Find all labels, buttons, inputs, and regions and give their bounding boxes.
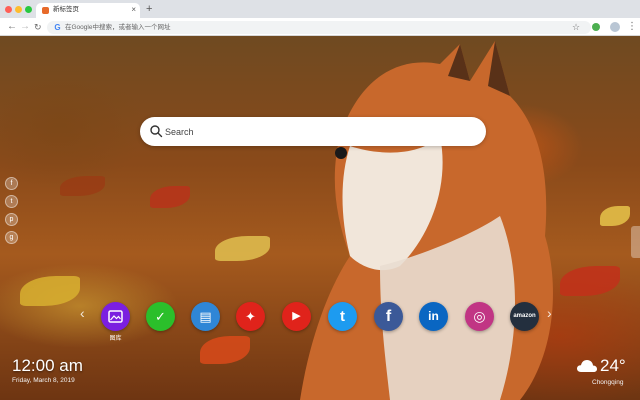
- google-plus-share-icon[interactable]: g: [5, 231, 18, 244]
- app-youtube[interactable]: ▶: [282, 302, 311, 331]
- browser-menu-icon[interactable]: ⋮: [627, 19, 637, 35]
- tab-title: 新标签页: [53, 6, 79, 13]
- cloud-weather-icon[interactable]: [576, 358, 598, 374]
- app-instagram[interactable]: ◎: [465, 302, 494, 331]
- profile-avatar[interactable]: [610, 22, 620, 32]
- bookmark-star-icon[interactable]: ☆: [572, 19, 580, 35]
- clock-time: 12:00 am: [12, 356, 83, 375]
- twitter-bird-icon: t: [340, 308, 345, 325]
- new-tab-page: f t p g ‹ › 图库 ✓ ▤ ✦ ▶ t f in ◎ amazon 1…: [0, 36, 640, 400]
- window-maximize-button[interactable]: [25, 6, 32, 13]
- active-tab[interactable]: 新标签页 ×: [36, 3, 140, 18]
- google-icon: G: [54, 23, 61, 32]
- fox-illustration: [300, 41, 553, 400]
- clock-date: Friday, March 8, 2019: [12, 377, 75, 384]
- search-input[interactable]: [165, 123, 465, 140]
- tab-favicon-icon: [42, 7, 49, 14]
- extension-icon[interactable]: [592, 23, 600, 31]
- address-bar-placeholder: 在Google中搜索，或者输入一个网址: [65, 24, 171, 31]
- checkmark-icon: ✓: [155, 309, 166, 324]
- address-bar[interactable]: G 在Google中搜索，或者输入一个网址: [47, 21, 591, 34]
- app-twitter[interactable]: t: [328, 302, 357, 331]
- linkedin-icon: in: [428, 309, 439, 323]
- app-notes[interactable]: ▤: [191, 302, 220, 331]
- app-amazon[interactable]: amazon: [510, 302, 539, 331]
- dock-next-chevron-icon[interactable]: ›: [547, 303, 552, 323]
- search-icon[interactable]: [149, 124, 163, 138]
- app-checklist[interactable]: ✓: [146, 302, 175, 331]
- tab-bar: 新标签页 × +: [0, 0, 640, 18]
- app-facebook[interactable]: f: [374, 302, 403, 331]
- new-tab-button[interactable]: +: [146, 2, 152, 16]
- notepad-icon: ▤: [199, 309, 212, 324]
- weather-city: Chongqing: [592, 379, 624, 386]
- app-linkedin[interactable]: in: [419, 302, 448, 331]
- app-games[interactable]: ✦: [236, 302, 265, 331]
- image-gallery-icon: [108, 310, 123, 323]
- youtube-icon: ▶: [292, 310, 301, 322]
- facebook-share-icon[interactable]: f: [5, 177, 18, 190]
- gamepad-icon: ✦: [245, 309, 256, 324]
- back-arrow-icon[interactable]: ←: [7, 19, 17, 35]
- search-bar[interactable]: [140, 117, 486, 146]
- facebook-icon: f: [385, 308, 392, 325]
- app-label-gallery: 图库: [109, 336, 122, 342]
- instagram-icon: ◎: [473, 308, 486, 324]
- app-wallpaper-gallery[interactable]: [101, 302, 130, 331]
- amazon-icon: amazon: [513, 313, 536, 319]
- tab-close-icon[interactable]: ×: [131, 4, 136, 16]
- dock-prev-chevron-icon[interactable]: ‹: [80, 303, 85, 323]
- weather-temperature[interactable]: 24°: [600, 356, 626, 376]
- twitter-share-icon[interactable]: t: [5, 195, 18, 208]
- window-minimize-button[interactable]: [15, 6, 22, 13]
- forward-arrow-icon[interactable]: →: [20, 19, 30, 35]
- reload-icon[interactable]: ↻: [34, 19, 42, 35]
- pinterest-share-icon[interactable]: p: [5, 213, 18, 226]
- browser-toolbar: ← → ↻ G 在Google中搜索，或者输入一个网址 ☆ ⋮: [0, 18, 640, 36]
- window-close-button[interactable]: [5, 6, 12, 13]
- settings-panel-handle[interactable]: [631, 226, 640, 258]
